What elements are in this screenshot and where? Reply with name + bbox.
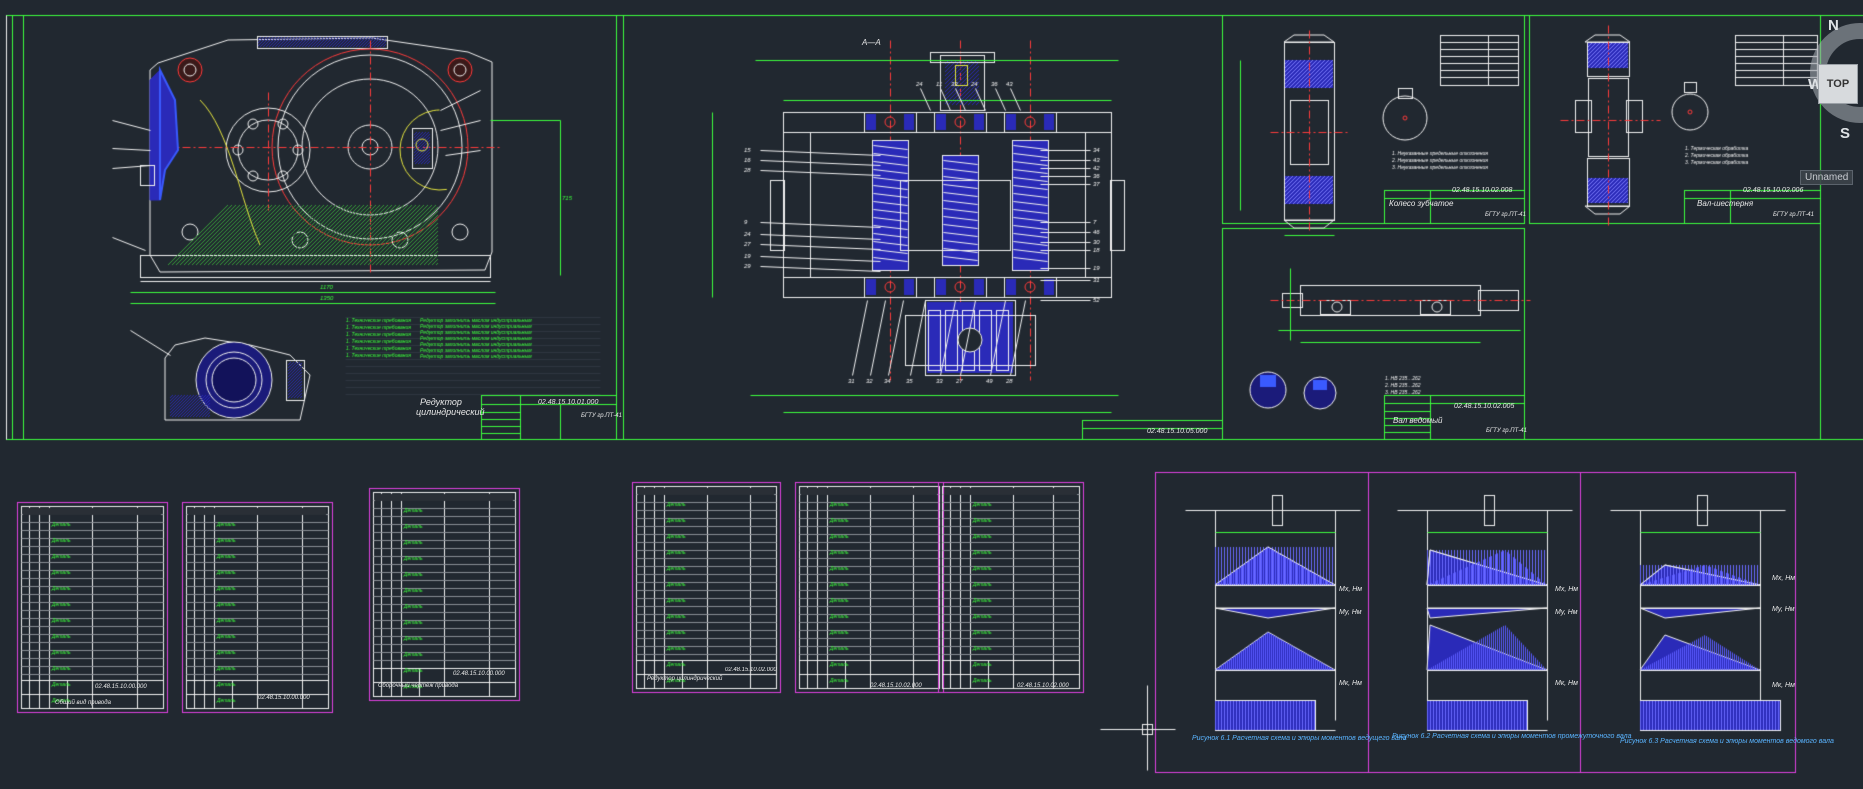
assembly-title-2: цилиндрический [416,407,485,417]
assembly-code: 02.48.15.10.01.000 [538,399,599,406]
shaft-title: Вал ведомый [1393,416,1443,425]
spec-6-code: 02.48.15.10.02.000 [1017,683,1069,689]
gear-shaft-group: БГТУ гр.ПТ-41 [1773,212,1814,218]
spec-3-code: 02.48.15.10.00.000 [453,671,505,677]
diagram2-mx: Mx, Нм [1555,586,1579,593]
ucs-menu-button[interactable]: Unnamed [1800,170,1854,185]
section-code: 02.48.15.10.05.000 [1147,428,1208,435]
shaft-code: 02.48.15.10.02.005 [1454,403,1515,410]
gear-wheel-code: 02.48.15.10.02.008 [1452,187,1513,194]
viewcube-south[interactable]: S [1840,125,1850,142]
diagram-caption-1: Рисунок 6.1 Расчетная схема и эпюры моме… [1192,735,1407,742]
diagram-caption-3: Рисунок 6.3 Расчетная схема и эпюры моме… [1620,738,1834,745]
cad-drawing-canvas[interactable] [0,0,1863,789]
diagram1-mk: Mк, Нм [1339,680,1362,687]
gear-shaft-code: 02.48.15.10.02.006 [1743,187,1804,194]
shaft-group: БГТУ гр.ПТ-41 [1486,428,1527,434]
diagram3-mk: Mк, Нм [1772,682,1795,689]
assembly-title-1: Редуктор [420,397,462,407]
viewcube-north[interactable]: N [1828,17,1839,34]
diagram2-my: My, Нм [1555,609,1578,616]
diagram2-mk: Mк, Нм [1555,680,1578,687]
viewcube-top-face[interactable]: TOP [1818,64,1858,104]
spec-4-title: Редуктор цилиндрический [647,676,723,682]
spec-1-title: Общий вид привода [55,700,111,706]
gear-shaft-title: Вал-шестерня [1697,199,1754,208]
spec-3-title: Сборочный чертеж привода [378,683,459,689]
viewcube[interactable]: N W S TOP [1806,3,1863,183]
gear-wheel-title: Колесо зубчатое [1389,199,1454,208]
spec-2-code: 02.48.15.10.00.000 [258,695,310,701]
section-label: A—A [862,38,881,47]
diagram3-my: My, Нм [1772,606,1795,613]
diagram1-mx: Mx, Нм [1339,586,1363,593]
diagram-caption-2: Рисунок 6.2 Расчетная схема и эпюры моме… [1392,733,1632,740]
diagram3-mx: Mx, Нм [1772,575,1796,582]
gear-wheel-group: БГТУ гр.ПТ-41 [1485,212,1526,218]
spec-1-code: 02.48.15.10.00.000 [95,684,147,690]
spec-4-code: 02.48.15.10.02.000 [725,667,777,673]
spec-5-code: 02.48.15.10.02.000 [870,683,922,689]
assembly-group: БГТУ гр.ПТ-41 [581,413,622,419]
diagram1-my: My, Нм [1339,609,1362,616]
